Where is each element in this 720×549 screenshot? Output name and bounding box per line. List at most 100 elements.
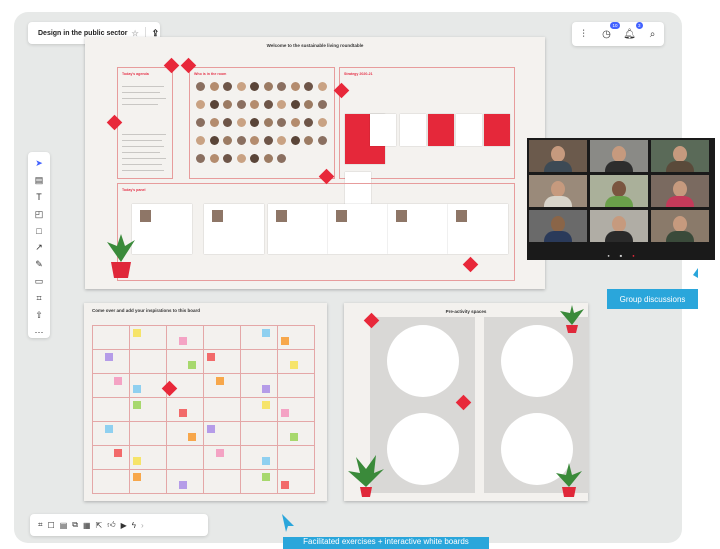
participant-avatar[interactable] bbox=[317, 100, 327, 109]
sticky-note[interactable] bbox=[262, 385, 270, 393]
more-icon[interactable]: ⋯ bbox=[35, 327, 44, 338]
shape-icon[interactable]: □ bbox=[36, 226, 41, 237]
participant-avatar[interactable] bbox=[277, 82, 286, 91]
video-participant-tile[interactable] bbox=[590, 175, 648, 207]
participant-avatar[interactable] bbox=[263, 100, 273, 109]
group-spaces-board[interactable]: Pre-activity spaces bbox=[344, 303, 589, 501]
participant-avatar[interactable] bbox=[277, 136, 286, 145]
participant-avatar[interactable] bbox=[263, 118, 273, 127]
settings-sliders-icon[interactable]: ⫶ bbox=[577, 27, 591, 41]
sticky-note[interactable] bbox=[179, 337, 187, 345]
participant-avatar[interactable] bbox=[317, 82, 327, 91]
sticky-note[interactable] bbox=[188, 361, 196, 369]
participant-avatar[interactable] bbox=[236, 118, 246, 127]
exercise-cell[interactable] bbox=[240, 469, 278, 494]
sticky-note[interactable] bbox=[281, 409, 289, 417]
timer-icon[interactable]: ◷ 10 bbox=[600, 22, 620, 41]
panelist-card[interactable] bbox=[268, 204, 328, 254]
pen-icon[interactable]: ✎ bbox=[35, 259, 43, 270]
report-page[interactable] bbox=[484, 114, 510, 146]
exercise-cell[interactable] bbox=[92, 397, 130, 422]
chat-icon[interactable]: ☐ bbox=[48, 521, 55, 530]
sticky-note[interactable] bbox=[290, 433, 298, 441]
participant-avatar[interactable] bbox=[317, 136, 327, 145]
sticky-note[interactable] bbox=[207, 353, 215, 361]
participant-avatar[interactable] bbox=[209, 100, 219, 109]
panelist-card[interactable] bbox=[204, 204, 264, 254]
exercise-cell[interactable] bbox=[240, 421, 278, 446]
sticky-note[interactable] bbox=[114, 377, 122, 385]
participant-avatar[interactable] bbox=[236, 136, 246, 145]
panelist-card[interactable] bbox=[328, 204, 388, 254]
search-icon[interactable]: ⌕ bbox=[646, 27, 660, 41]
video-participant-tile[interactable] bbox=[529, 210, 587, 242]
text-icon[interactable]: T bbox=[36, 192, 42, 203]
exercise-cell[interactable] bbox=[92, 445, 130, 470]
participant-avatar[interactable] bbox=[263, 82, 273, 91]
participant-avatar[interactable] bbox=[196, 100, 205, 109]
participant-avatar[interactable] bbox=[277, 118, 286, 127]
sticky-note[interactable] bbox=[188, 433, 196, 441]
like-icon[interactable]: 👍︎ bbox=[107, 520, 115, 530]
participant-avatar[interactable] bbox=[304, 118, 313, 127]
notes-icon[interactable]: ▤ bbox=[60, 521, 68, 530]
exercise-cell[interactable] bbox=[166, 421, 204, 446]
participant-avatar[interactable] bbox=[277, 100, 286, 109]
sticky-note[interactable] bbox=[179, 481, 187, 489]
exercise-cell[interactable] bbox=[203, 469, 241, 494]
exercise-cell[interactable] bbox=[240, 397, 278, 422]
mic-icon[interactable]: ● bbox=[607, 253, 609, 258]
camera-icon[interactable]: ■ bbox=[620, 253, 622, 258]
participant-avatar[interactable] bbox=[250, 100, 259, 109]
sticky-note[interactable] bbox=[281, 481, 289, 489]
video-participant-tile[interactable] bbox=[651, 210, 709, 242]
sticky-note[interactable] bbox=[281, 337, 289, 345]
chevron-icon[interactable]: › bbox=[141, 521, 144, 530]
exercise-cell[interactable] bbox=[129, 349, 167, 374]
upload-icon[interactable]: ⇧ bbox=[35, 310, 43, 321]
participant-avatar[interactable] bbox=[236, 100, 246, 109]
report-page[interactable] bbox=[428, 114, 454, 146]
bell-icon[interactable]: 🔔︎ 3 bbox=[623, 22, 643, 41]
sticky-note[interactable] bbox=[262, 329, 270, 337]
connector-line-icon[interactable]: ↗ bbox=[35, 242, 43, 253]
participant-avatar[interactable] bbox=[263, 136, 273, 145]
participant-avatar[interactable] bbox=[277, 154, 286, 163]
exercise-cell[interactable] bbox=[92, 325, 130, 350]
leave-call-icon[interactable]: ● bbox=[632, 253, 634, 258]
sticky-note[interactable] bbox=[133, 329, 141, 337]
participant-avatar[interactable] bbox=[317, 118, 327, 127]
sticky-note[interactable] bbox=[133, 473, 141, 481]
sticky-note[interactable] bbox=[133, 385, 141, 393]
exercise-cell[interactable] bbox=[92, 469, 130, 494]
sticky-note[interactable] bbox=[216, 377, 224, 385]
grid-frame-icon[interactable]: ⌗ bbox=[38, 520, 43, 530]
sticky-note[interactable] bbox=[105, 353, 113, 361]
exercise-cell[interactable] bbox=[240, 445, 278, 470]
frame-template-icon[interactable]: ▤ bbox=[35, 175, 44, 186]
group-space-1[interactable] bbox=[370, 317, 475, 405]
sticky-note[interactable] bbox=[179, 409, 187, 417]
sticky-note[interactable] bbox=[133, 401, 141, 409]
participant-avatar[interactable] bbox=[304, 100, 313, 109]
sticky-note[interactable] bbox=[216, 449, 224, 457]
participant-avatar[interactable] bbox=[209, 82, 219, 91]
lightning-icon[interactable]: ϟ bbox=[132, 521, 136, 530]
participant-avatar[interactable] bbox=[250, 136, 259, 145]
video-participant-tile[interactable] bbox=[651, 140, 709, 172]
sticky-note[interactable] bbox=[290, 361, 298, 369]
comment-icon[interactable]: ▭ bbox=[35, 276, 44, 287]
participant-avatar[interactable] bbox=[223, 100, 232, 109]
sticky-note-icon[interactable]: ◰ bbox=[35, 209, 44, 220]
participant-avatar[interactable] bbox=[223, 118, 232, 127]
video-participant-tile[interactable] bbox=[529, 175, 587, 207]
video-participant-tile[interactable] bbox=[651, 175, 709, 207]
panelist-card[interactable] bbox=[132, 204, 192, 254]
panelist-card[interactable] bbox=[388, 204, 448, 254]
participant-avatar[interactable] bbox=[250, 82, 259, 91]
exercise-cell[interactable] bbox=[240, 373, 278, 398]
participant-avatar[interactable] bbox=[304, 82, 313, 91]
exercise-cell[interactable] bbox=[240, 325, 278, 350]
video-call-panel[interactable]: ● ■ ● bbox=[527, 138, 715, 260]
exercise-cell[interactable] bbox=[166, 445, 204, 470]
